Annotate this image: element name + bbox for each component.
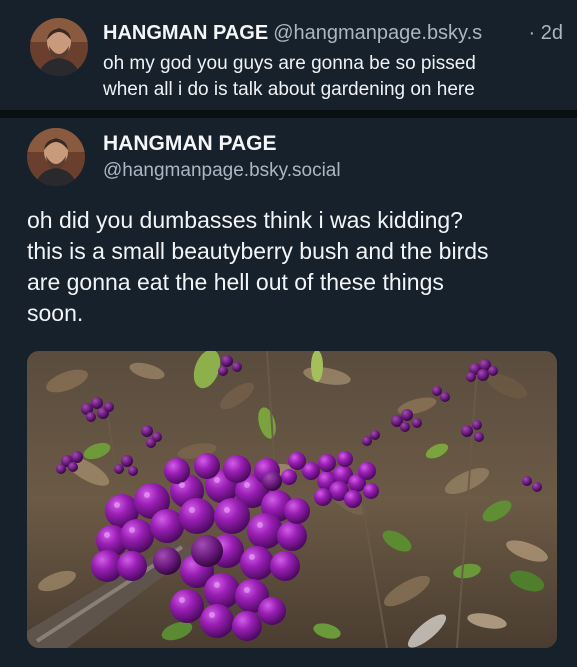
reply-post-text: oh my god you guys are gonna be so pisse… [103,51,563,103]
main-post-text: oh did you dumbasses think i was kidding… [27,205,567,329]
avatar[interactable] [30,18,88,76]
post-text-line: this is a small beautyberry bush and the… [27,238,489,264]
post-text-line: oh did you dumbasses think i was kidding… [27,207,463,233]
post-timestamp[interactable]: · 2d [524,19,563,47]
main-post[interactable]: HANGMAN PAGE @hangmanpage.bsky.social oh… [0,118,577,667]
reply-post[interactable]: HANGMAN PAGE @hangmanpage.bsky.s · 2d oh … [0,0,577,110]
reply-text-line: when all i do is talk about gardening on… [103,79,475,100]
post-text-line: are gonna eat the hell out of these thin… [27,269,444,295]
avatar[interactable] [27,128,85,186]
reply-text-line: oh my god you guys are gonna be so pisse… [103,53,476,74]
reply-post-header: HANGMAN PAGE @hangmanpage.bsky.s · 2d [103,19,563,47]
author-handle[interactable]: @hangmanpage.bsky.social [103,158,341,184]
author-name[interactable]: HANGMAN PAGE [103,22,268,44]
author-name[interactable]: HANGMAN PAGE [103,130,276,158]
author-handle[interactable]: @hangmanpage.bsky.s [273,22,482,44]
handle-fade [503,19,525,47]
post-divider [0,110,577,118]
post-image-beautyberry[interactable] [27,351,557,648]
feed: HANGMAN PAGE @hangmanpage.bsky.s · 2d oh … [0,0,577,667]
post-text-line: soon. [27,300,84,326]
